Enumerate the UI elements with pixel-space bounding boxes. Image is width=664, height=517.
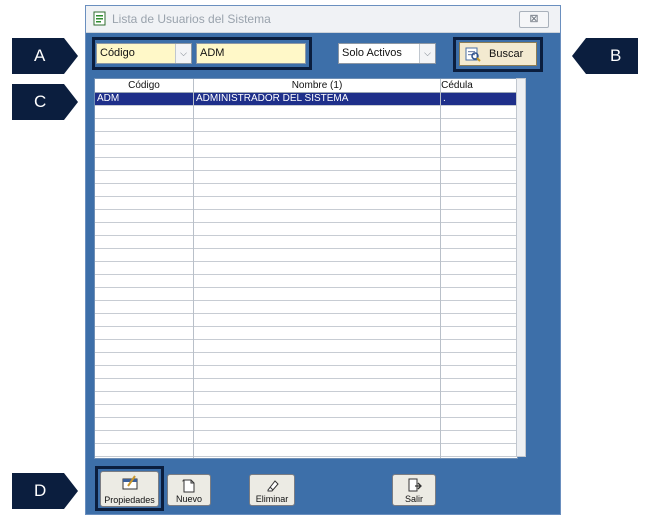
status-combo-value: Solo Activos <box>342 47 402 59</box>
column-divider <box>193 79 194 458</box>
cell-codigo: ADM <box>97 93 120 104</box>
table-row[interactable] <box>95 418 517 431</box>
eliminar-button[interactable]: Eliminar <box>249 474 295 506</box>
chevron-down-icon[interactable]: ⌵ <box>419 44 435 63</box>
table-header: Código Nombre (1) Cédula <box>95 79 517 93</box>
nuevo-label: Nuevo <box>175 494 202 504</box>
search-icon <box>465 47 481 62</box>
buscar-label: Buscar <box>489 48 524 60</box>
propiedades-button[interactable]: Propiedades <box>100 471 159 507</box>
table-row[interactable] <box>95 119 517 132</box>
table-row[interactable] <box>95 314 517 327</box>
table-row[interactable] <box>95 353 517 366</box>
users-table[interactable]: Código Nombre (1) Cédula ADM ADMINISTRADO… <box>94 78 518 459</box>
table-row[interactable] <box>95 340 517 353</box>
search-field-value: Código <box>100 47 135 59</box>
users-window: Lista de Usuarios del Sistema ⊠ Código ⌵… <box>86 6 560 514</box>
exit-icon <box>408 478 422 492</box>
table-row[interactable] <box>95 210 517 223</box>
eraser-icon <box>267 480 279 492</box>
table-row[interactable] <box>95 236 517 249</box>
search-field-combo[interactable]: Código ⌵ <box>96 43 192 64</box>
propiedades-label: Propiedades <box>104 495 155 505</box>
close-icon: ⊠ <box>529 13 539 25</box>
table-row[interactable]: ADM ADMINISTRADOR DEL SISTEMA. <box>95 93 517 106</box>
table-row[interactable] <box>95 223 517 236</box>
table-row[interactable] <box>95 197 517 210</box>
eliminar-label: Eliminar <box>255 494 289 504</box>
cell-nombre: ADMINISTRADOR DEL SISTEMA <box>196 93 349 104</box>
table-row[interactable] <box>95 392 517 405</box>
table-row[interactable] <box>95 444 517 457</box>
salir-label: Salir <box>404 494 423 504</box>
vertical-scrollbar[interactable] <box>516 78 526 457</box>
column-header-codigo[interactable]: Código <box>95 79 193 92</box>
table-row[interactable] <box>95 249 517 262</box>
title-bar[interactable]: Lista de Usuarios del Sistema ⊠ <box>86 6 560 33</box>
search-input[interactable]: ADM <box>196 43 306 64</box>
status-combo[interactable]: Solo Activos ⌵ <box>338 43 436 64</box>
salir-button[interactable]: Salir <box>392 474 436 506</box>
column-header-nombre[interactable]: Nombre (1) <box>194 79 440 92</box>
nuevo-button[interactable]: * Nuevo <box>167 474 211 506</box>
callout-d-label: D <box>34 481 47 500</box>
table-row[interactable] <box>95 275 517 288</box>
callout-b-label: B <box>610 46 622 65</box>
table-row[interactable] <box>95 405 517 418</box>
table-row[interactable] <box>95 379 517 392</box>
properties-icon <box>122 475 137 490</box>
table-row[interactable] <box>95 288 517 301</box>
table-row[interactable] <box>95 262 517 275</box>
app-icon <box>93 11 106 26</box>
callout-c: C <box>12 84 78 120</box>
column-header-cedula[interactable]: Cédula <box>441 79 473 92</box>
table-row[interactable] <box>95 106 517 119</box>
table-row[interactable] <box>95 431 517 444</box>
callout-d: D <box>12 473 78 509</box>
callout-a-label: A <box>34 46 46 65</box>
search-input-value: ADM <box>200 47 225 59</box>
close-button[interactable]: ⊠ <box>519 11 549 28</box>
buscar-button[interactable]: Buscar <box>459 42 537 66</box>
table-row[interactable] <box>95 171 517 184</box>
chevron-down-icon[interactable]: ⌵ <box>175 44 191 63</box>
table-row[interactable] <box>95 366 517 379</box>
table-row[interactable] <box>95 158 517 171</box>
callout-a: A <box>12 38 78 74</box>
table-row[interactable] <box>95 132 517 145</box>
window-title: Lista de Usuarios del Sistema <box>112 12 271 26</box>
search-toolbar: Código ⌵ ADM Solo Activos ⌵ Buscar <box>86 33 560 77</box>
table-row[interactable] <box>95 301 517 314</box>
new-document-icon: * <box>182 479 195 493</box>
table-row[interactable] <box>95 327 517 340</box>
table-row[interactable] <box>95 145 517 158</box>
table-row[interactable] <box>95 184 517 197</box>
callout-b: B <box>572 38 638 74</box>
column-divider <box>440 79 441 458</box>
cell-cedula: . <box>443 93 446 104</box>
callout-c-label: C <box>34 92 47 111</box>
